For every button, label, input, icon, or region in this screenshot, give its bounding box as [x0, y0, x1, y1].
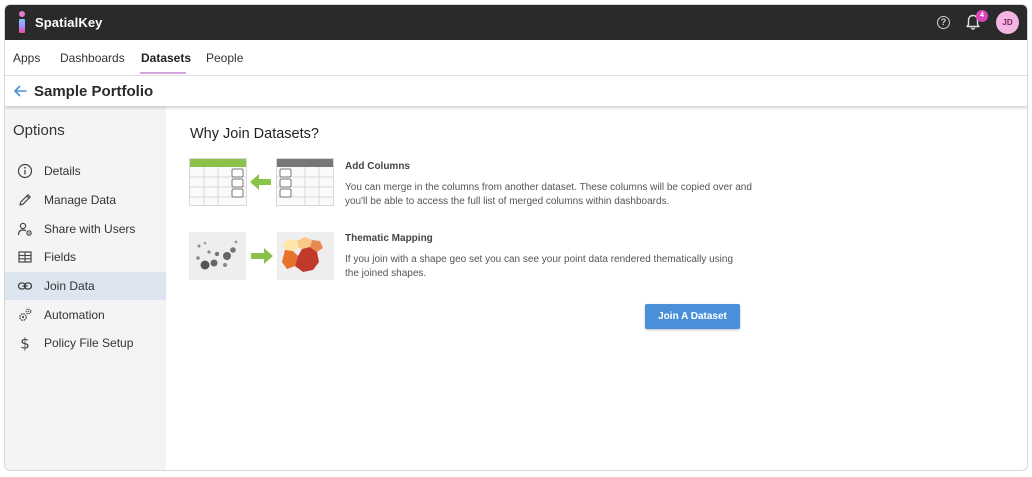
merge-left-arrow-icon [250, 174, 271, 190]
info-icon [17, 163, 33, 179]
spatialkey-logo-icon[interactable] [18, 11, 26, 33]
sidebar-item-label: Automation [44, 308, 105, 322]
main-nav: Apps Dashboards Datasets People [5, 40, 1027, 76]
svg-text:$: $ [20, 335, 30, 351]
sidebar-item-policy-file-setup[interactable]: $ Policy File Setup [5, 329, 166, 357]
page-header: Sample Portfolio [5, 76, 1027, 106]
fields-table-icon [18, 251, 32, 263]
source-table-icon [276, 158, 334, 206]
feature-desc-thematic-mapping: If you join with a shape geo set you can… [345, 254, 734, 279]
sidebar-item-label: Share with Users [44, 222, 136, 236]
app-name: SpatialKey [35, 15, 103, 30]
user-avatar[interactable]: JD [996, 11, 1019, 34]
sidebar-item-automation[interactable]: Automation [5, 301, 166, 329]
options-sidebar: Options Details Manage Data Share with U… [5, 106, 166, 470]
sidebar-heading: Options [13, 122, 65, 139]
app-window: SpatialKey ? 4 JD Apps Dashboards Datase… [4, 4, 1028, 471]
main-content: Why Join Datasets? Add Columns You can m… [166, 106, 1027, 470]
shape-map-icon [277, 232, 334, 280]
target-table-icon [189, 158, 247, 206]
feature-title-thematic-mapping: Thematic Mapping [345, 233, 433, 244]
pencil-icon [19, 194, 31, 206]
link-icon [17, 282, 33, 290]
gears-icon [19, 308, 32, 321]
top-bar: SpatialKey ? 4 JD [5, 5, 1027, 40]
dollar-icon: $ [20, 335, 30, 351]
sidebar-item-details[interactable]: Details [5, 157, 166, 185]
share-users-icon [17, 222, 32, 236]
back-arrow-icon[interactable] [13, 84, 27, 98]
sidebar-item-share-with-users[interactable]: Share with Users [5, 215, 166, 243]
join-dataset-button[interactable]: Join A Dataset [645, 304, 740, 329]
feature-title-add-columns: Add Columns [345, 161, 410, 172]
tab-people[interactable]: People [206, 51, 243, 65]
thematic-mapping-illustration [189, 232, 334, 280]
sidebar-item-fields[interactable]: Fields [5, 243, 166, 271]
sidebar-item-label: Fields [44, 250, 77, 264]
page-title: Sample Portfolio [34, 83, 154, 100]
active-tab-indicator [140, 72, 186, 74]
help-icon[interactable]: ? [937, 16, 950, 29]
sidebar-item-manage-data[interactable]: Manage Data [5, 186, 166, 214]
sidebar-item-label: Join Data [44, 279, 95, 293]
sidebar-item-join-data[interactable]: Join Data [5, 272, 166, 300]
sidebar-item-label: Policy File Setup [44, 336, 134, 350]
tab-apps[interactable]: Apps [13, 51, 40, 65]
sidebar-item-label: Details [44, 164, 81, 178]
notification-badge: 4 [976, 10, 988, 22]
section-heading: Why Join Datasets? [190, 126, 319, 142]
tab-datasets[interactable]: Datasets [141, 51, 191, 65]
add-columns-illustration [189, 158, 334, 206]
thematic-right-arrow-icon [251, 248, 273, 264]
tab-dashboards[interactable]: Dashboards [60, 51, 125, 65]
point-data-icon [189, 232, 246, 280]
feature-desc-add-columns: You can merge in the columns from anothe… [345, 182, 752, 207]
sidebar-item-label: Manage Data [44, 193, 117, 207]
